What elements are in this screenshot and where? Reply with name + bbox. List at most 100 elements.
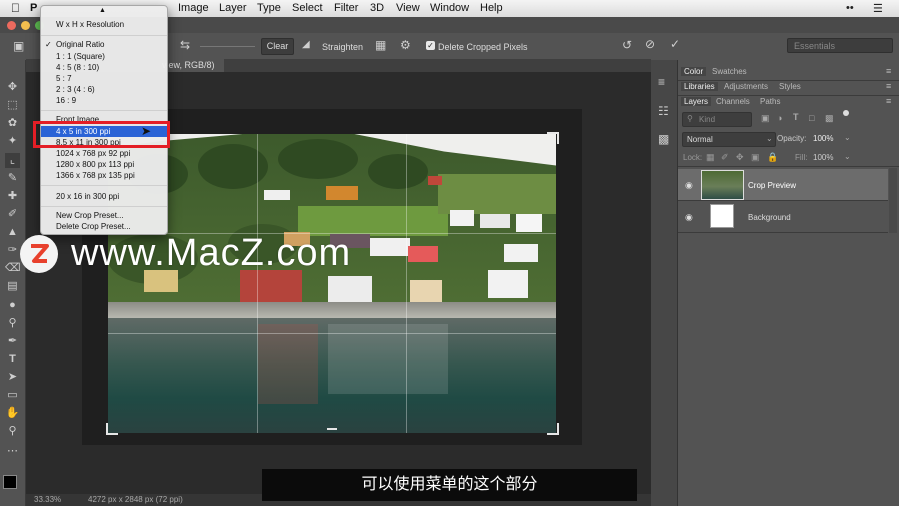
lock-brush-icon[interactable]: ✐ [721,152,729,163]
filter-pixel-icon[interactable]: ▣ [761,113,770,124]
minimize-window-button[interactable] [21,21,30,30]
menu-app[interactable]: P [30,2,37,14]
move-tool-icon[interactable]: ✥ [5,80,20,95]
visibility-eye-icon[interactable]: ◉ [685,212,695,223]
menu-item-delete-crop-preset[interactable]: Delete Crop Preset... [41,221,167,232]
filter-type-icon[interactable]: T [793,112,799,122]
menu-scroll-up-icon[interactable]: ▲ [99,7,106,14]
cancel-icon[interactable]: ⊘ [645,37,655,51]
apple-icon[interactable]:  [11,1,20,15]
tab-channels[interactable]: Channels [716,97,750,106]
blur-tool-icon[interactable]: ● [5,298,20,313]
menu-item-preset-1280x800[interactable]: 1280 x 800 px 113 ppi [41,159,167,170]
menu-image[interactable]: Image [178,2,209,14]
tab-swatches[interactable]: Swatches [712,67,747,76]
layer-row[interactable]: ◉ Background [678,201,888,232]
marquee-tool-icon[interactable]: ⬚ [5,98,20,113]
healing-brush-tool-icon[interactable]: ✚ [5,189,20,204]
layer-row[interactable]: ◉ Crop Preview [678,169,888,200]
commit-check-icon[interactable]: ✓ [670,37,680,51]
menu-item-preset-20x16-300[interactable]: 20 x 16 in 300 ppi [41,191,167,202]
chevron-down-icon[interactable]: ⌄ [844,152,851,161]
panel-menu-icon[interactable]: ≡ [886,81,891,91]
document-tab[interactable]: view, RGB/8) [159,59,224,72]
menu-type[interactable]: Type [257,2,281,14]
menu-view[interactable]: View [396,2,420,14]
crop-handle-bottom-mid[interactable] [327,428,337,430]
lasso-tool-icon[interactable]: ✿ [5,116,20,131]
straighten-label[interactable]: Straighten [322,42,363,52]
menu-item-wxh-resolution[interactable]: W x H x Resolution [41,19,167,30]
layers-scrollbar[interactable] [889,168,897,233]
filter-adjustment-icon[interactable]: ◑ [777,113,782,123]
menu-select[interactable]: Select [292,2,323,14]
crop-handle-bottom-right[interactable] [547,423,559,435]
delete-cropped-checkbox[interactable]: ✓ [426,41,435,50]
type-tool-icon[interactable]: T [5,352,20,367]
overlay-grid-icon[interactable]: ▦ [375,38,386,52]
menu-item-ratio-16-9[interactable]: 16 : 9 [41,95,167,106]
hand-tool-icon[interactable]: ✋ [5,406,20,421]
history-brush-tool-icon[interactable]: ✑ [5,243,20,258]
reset-icon[interactable]: ↺ [622,38,632,52]
straighten-icon[interactable]: ◢ [302,39,310,50]
eraser-tool-icon[interactable]: ⌫ [5,261,21,276]
tab-layers[interactable]: Layers [681,97,712,106]
panel-menu-icon[interactable]: ≡ [886,66,891,76]
resolution-field[interactable] [200,46,255,47]
menu-item-ratio-2-3[interactable]: 2 : 3 (4 : 6) [41,84,167,95]
menu-layer[interactable]: Layer [219,2,247,14]
lock-transparent-icon[interactable]: ▦ [706,152,715,163]
panel-menu-icon[interactable]: ≡ [886,96,891,106]
shape-tool-icon[interactable]: ▭ [5,388,20,403]
menu-list-icon[interactable]: ☰ [873,2,883,15]
close-window-button[interactable] [7,21,16,30]
tab-color[interactable]: Color [681,67,707,76]
more-tools-icon[interactable]: ⋯ [5,444,20,459]
control-center-icon[interactable]: •• [846,2,854,14]
path-select-tool-icon[interactable]: ➤ [5,370,20,385]
workspace-select[interactable]: Essentials [787,38,893,53]
tab-adjustments[interactable]: Adjustments [724,82,768,91]
pen-tool-icon[interactable]: ✒ [5,334,20,349]
properties-panel-icon[interactable]: ☷ [658,104,669,118]
tab-styles[interactable]: Styles [779,82,801,91]
swap-dimensions-icon[interactable]: ⇆ [180,38,190,52]
lock-all-icon[interactable]: 🔒 [767,152,778,163]
photo-canvas[interactable] [108,134,556,433]
chevron-down-icon[interactable]: ⌄ [844,133,851,142]
menu-item-ratio-1-1[interactable]: 1 : 1 (Square) [41,51,167,62]
crop-handle-top-right[interactable] [547,132,559,144]
crop-handle-bottom-left[interactable] [106,423,118,435]
crop-tool-preset-icon[interactable]: ▣ [13,39,24,53]
menu-item-new-crop-preset[interactable]: New Crop Preset... [41,210,167,221]
menu-window[interactable]: Window [430,2,469,14]
crop-tool-icon[interactable]: ⌞ [5,153,20,168]
menu-item-ratio-4-5[interactable]: 4 : 5 (8 : 10) [41,62,167,73]
menu-item-original-ratio[interactable]: ✓ Original Ratio [41,39,167,50]
gradient-tool-icon[interactable]: ▤ [5,279,20,294]
visibility-eye-icon[interactable]: ◉ [685,180,695,191]
menu-item-preset-1366x768[interactable]: 1366 x 768 px 135 ppi [41,170,167,181]
quick-select-tool-icon[interactable]: ✦ [5,134,20,149]
libraries-panel-icon[interactable]: ▩ [658,132,669,146]
filter-smart-icon[interactable]: ▩ [825,113,834,124]
menu-filter[interactable]: Filter [334,2,358,14]
opacity-value[interactable]: 100% [813,134,833,143]
brush-tool-icon[interactable]: ✐ [5,207,20,222]
lock-artboard-icon[interactable]: ▣ [751,152,760,163]
zoom-tool-icon[interactable]: ⚲ [5,424,20,439]
tab-libraries[interactable]: Libraries [681,82,718,91]
fill-value[interactable]: 100% [813,153,833,162]
clear-button[interactable]: Clear [261,38,294,55]
zoom-level[interactable]: 33.33% [34,495,61,504]
menu-item-preset-1024x768[interactable]: 1024 x 768 px 92 ppi [41,148,167,159]
eyedropper-tool-icon[interactable]: ✎ [5,171,20,186]
lock-move-icon[interactable]: ✥ [736,152,744,163]
blend-mode-select[interactable]: Normal ⌄ [682,132,776,147]
history-panel-icon[interactable]: ≡ [658,75,665,89]
menu-help[interactable]: Help [480,2,503,14]
filter-shape-icon[interactable]: □ [809,113,814,123]
layer-filter-select[interactable]: ⚲ Kind [682,112,752,127]
tab-paths[interactable]: Paths [760,97,780,106]
